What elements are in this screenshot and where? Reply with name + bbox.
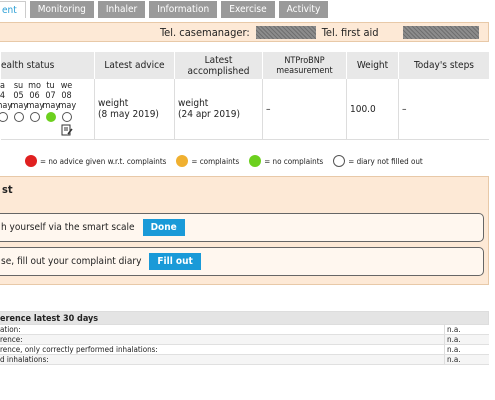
casemanager-phone-redacted <box>255 25 316 39</box>
empty-status-circle[interactable] <box>13 112 24 122</box>
day-num: 4 <box>0 91 6 101</box>
day-column: mo 06 may <box>26 81 45 139</box>
adherence-value: n.a. <box>444 355 489 364</box>
tab-bar: ent Monitoring Inhaler Information Exerc… <box>0 0 495 18</box>
tab-monitoring[interactable]: Monitoring <box>29 1 94 18</box>
legend-text-not-filled: = diary not filled out <box>348 156 423 166</box>
day-mon: may <box>58 101 77 111</box>
latest-advice-value: weight (8 may 2019) <box>94 79 175 140</box>
latest-accomplished-value: weight (24 apr 2019) <box>174 79 263 140</box>
adherence-row: ation: n.a. <box>0 325 489 335</box>
legend-item-no-complaints: = no complaints <box>249 155 323 167</box>
green-status-dot[interactable] <box>45 112 56 122</box>
fill-out-button[interactable]: Fill out <box>149 253 201 270</box>
health-status-days: a4maysu05maymo06maytu07maywe08may <box>0 79 95 140</box>
adherence-label: rence, only correctly performed inhalati… <box>0 345 158 354</box>
adherence-value: n.a. <box>444 335 489 344</box>
header-todays-steps: Today's steps <box>398 52 489 79</box>
header-latest-advice: Latest advice <box>94 52 175 79</box>
day-mon: may <box>26 101 45 111</box>
firstaid-label: Tel. first aid <box>321 25 379 39</box>
header-health-status: ealth status <box>0 52 95 79</box>
red-dot-icon <box>25 155 37 167</box>
legend-item-complaints: = complaints <box>176 155 239 167</box>
adherence-row: rence: n.a. <box>0 335 489 345</box>
done-button[interactable]: Done <box>142 219 185 236</box>
contact-bar: Tel. casemanager: Tel. first aid <box>0 22 489 42</box>
day-column: we 08 may <box>58 81 77 139</box>
adherence-panel: erence latest 30 days ation: n.a. rence:… <box>0 311 489 365</box>
adherence-value: n.a. <box>444 325 489 334</box>
adherence-label: rence: <box>0 335 23 344</box>
legend-item-not-filled: = diary not filled out <box>333 155 423 167</box>
day-num: 06 <box>29 91 40 101</box>
empty-status-circle[interactable] <box>61 112 72 122</box>
day-wd: tu <box>46 81 55 91</box>
todo-heading: st <box>2 183 13 196</box>
header-latest-accomplished: Latest accomplished <box>174 52 263 79</box>
steps-value: – <box>398 79 489 140</box>
orange-dot-icon <box>176 155 189 167</box>
day-num: 05 <box>13 91 24 101</box>
adherence-row: rence, only correctly performed inhalati… <box>0 345 489 355</box>
header-ntprobnp: NTProBNP measurement <box>262 52 347 79</box>
adherence-title: erence latest 30 days <box>0 311 489 325</box>
tab-inhaler[interactable]: Inhaler <box>97 1 146 18</box>
ntprobnp-value: – <box>262 79 347 140</box>
day-mon: may <box>10 101 29 111</box>
legend-item-no-advice: = no advice given w.r.t. complaints <box>25 155 166 167</box>
casemanager-label: Tel. casemanager: <box>160 25 250 39</box>
empty-status-circle[interactable] <box>0 112 8 122</box>
tab-activity[interactable]: Activity <box>278 1 329 18</box>
day-column: su 05 may <box>10 81 29 139</box>
legend: = no advice given w.r.t. complaints = co… <box>25 155 433 167</box>
empty-status-circle[interactable] <box>29 112 40 122</box>
day-column: a4may <box>0 81 13 139</box>
todo-text-weigh: h yourself via the smart scale <box>1 222 135 233</box>
adherence-row: d inhalations: n.a. <box>0 355 489 365</box>
days-grid: a4maysu05maymo06maytu07maywe08may <box>0 81 95 139</box>
day-num: 08 <box>61 91 72 101</box>
firstaid-phone-redacted <box>402 25 479 39</box>
day-mon: may <box>42 101 61 111</box>
health-status-table: ealth status Latest advice Latest accomp… <box>0 52 489 140</box>
legend-text-no-complaints: = no complaints <box>264 156 324 166</box>
legend-text-no-advice: = no advice given w.r.t. complaints <box>40 156 167 166</box>
day-wd: we <box>60 81 73 91</box>
edit-diary-icon[interactable] <box>61 124 73 136</box>
green-dot-icon <box>249 155 262 167</box>
adherence-label: ation: <box>0 325 21 334</box>
todo-item-diary: se, fill out your complaint diary Fill o… <box>0 247 484 276</box>
weight-value: 100.0 <box>346 79 399 140</box>
header-weight: Weight <box>346 52 399 79</box>
todo-item-weigh: h yourself via the smart scale Done <box>0 213 484 242</box>
day-wd: mo <box>28 81 41 91</box>
tab-information[interactable]: Information <box>149 1 218 18</box>
day-column: tu 07 may <box>42 81 61 139</box>
tab-exercise[interactable]: Exercise <box>221 1 275 18</box>
adherence-label: d inhalations: <box>0 355 49 364</box>
tab-patient[interactable]: ent <box>0 1 26 18</box>
day-num: 07 <box>45 91 56 101</box>
todo-panel: st h yourself via the smart scale Done s… <box>0 176 489 285</box>
todo-text-diary: se, fill out your complaint diary <box>1 256 142 267</box>
day-wd: a <box>0 81 5 91</box>
legend-text-complaints: = complaints <box>191 156 240 166</box>
day-mon: may <box>0 101 13 111</box>
day-wd: su <box>13 81 24 91</box>
adherence-value: n.a. <box>444 345 489 354</box>
empty-circle-icon <box>333 155 346 167</box>
